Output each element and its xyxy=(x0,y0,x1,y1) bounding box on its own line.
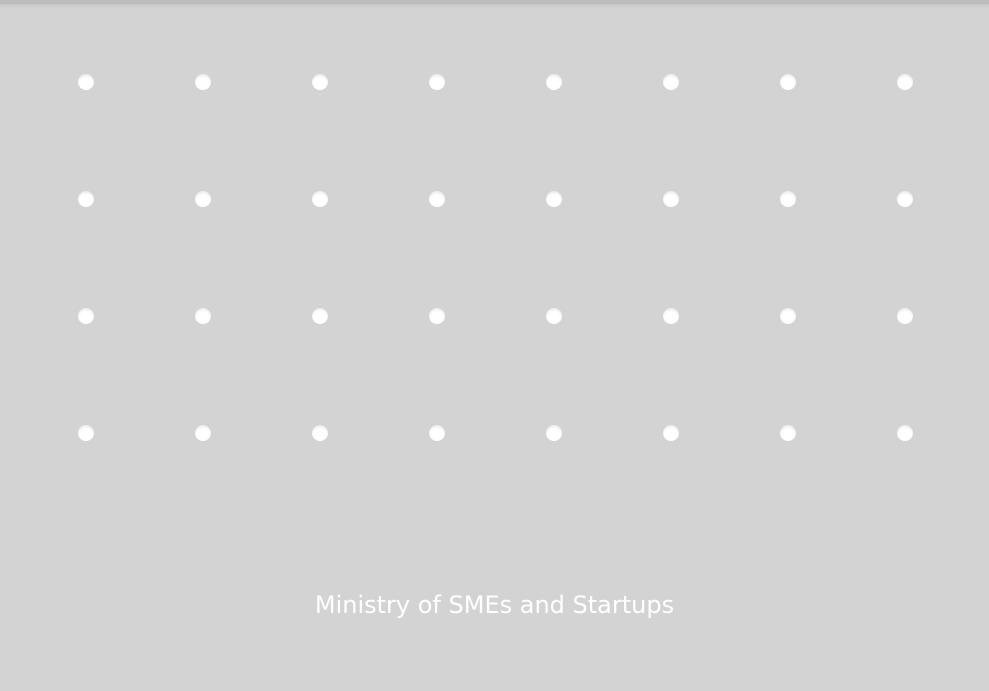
peg-hole xyxy=(429,191,445,207)
peg-hole-grid xyxy=(0,0,989,520)
peg-hole xyxy=(312,425,328,441)
peg-hole xyxy=(780,425,796,441)
peg-hole xyxy=(780,308,796,324)
peg-hole xyxy=(78,425,94,441)
organization-name: Ministry of SMEs and Startups xyxy=(314,591,675,619)
peg-hole xyxy=(663,308,679,324)
peg-hole xyxy=(780,74,796,90)
peg-hole xyxy=(897,425,913,441)
peg-hole xyxy=(663,191,679,207)
peg-hole xyxy=(780,191,796,207)
peg-hole xyxy=(663,74,679,90)
peg-hole xyxy=(897,74,913,90)
peg-hole xyxy=(312,74,328,90)
peg-hole xyxy=(429,74,445,90)
peg-hole xyxy=(897,308,913,324)
peg-hole xyxy=(546,191,562,207)
peg-hole xyxy=(663,425,679,441)
pegboard-screen: Ministry of SMEs and Startups xyxy=(0,0,989,691)
peg-hole xyxy=(195,425,211,441)
peg-hole xyxy=(897,191,913,207)
peg-hole xyxy=(78,191,94,207)
peg-hole xyxy=(78,74,94,90)
peg-hole xyxy=(195,308,211,324)
peg-hole xyxy=(429,308,445,324)
peg-hole xyxy=(195,74,211,90)
peg-hole xyxy=(195,191,211,207)
peg-hole xyxy=(312,191,328,207)
peg-hole xyxy=(78,308,94,324)
peg-hole xyxy=(546,425,562,441)
peg-hole xyxy=(429,425,445,441)
peg-hole xyxy=(312,308,328,324)
peg-hole xyxy=(546,74,562,90)
peg-hole xyxy=(546,308,562,324)
